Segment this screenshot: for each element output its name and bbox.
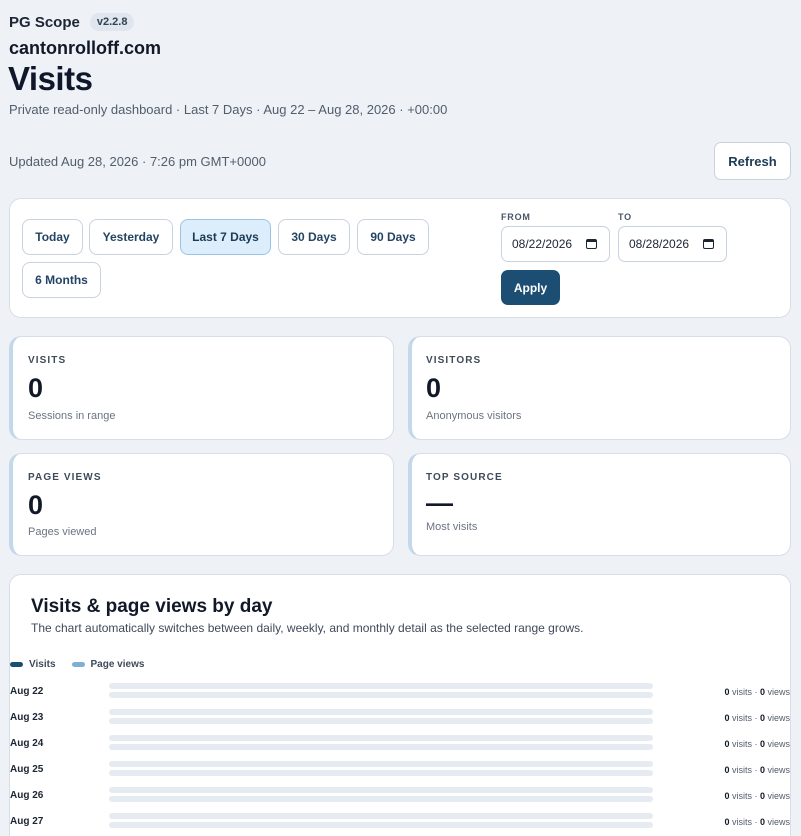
legend-item-visits: Visits	[10, 659, 56, 670]
from-date-value: 08/22/2026	[512, 237, 573, 251]
to-date-value: 08/28/2026	[629, 237, 690, 251]
stat-description: Anonymous visitors	[426, 410, 522, 422]
stat-description: Pages viewed	[28, 526, 97, 538]
range-today-button[interactable]: Today	[22, 219, 83, 255]
range-last-7-days-button[interactable]: Last 7 Days	[180, 219, 271, 255]
chart-row-value: 0 visits · 0 views	[724, 817, 790, 827]
site-domain: cantonrolloff.com	[9, 38, 161, 58]
chart-row-value: 0 visits · 0 views	[724, 791, 790, 801]
visits-bar-track	[109, 761, 653, 767]
visits-bar-track	[109, 709, 653, 715]
page-views-bar-track	[109, 744, 653, 750]
stat-card-visits: VISITS 0 Sessions in range	[9, 336, 394, 440]
chart-row-label: Aug 26	[10, 790, 44, 801]
range-6-months-button[interactable]: 6 Months	[22, 262, 101, 298]
range-30-days-button[interactable]: 30 Days	[278, 219, 350, 255]
brand-name: PG Scope	[9, 13, 80, 31]
to-date-input[interactable]: 08/28/2026	[618, 226, 727, 262]
chart-row-value: 0 visits · 0 views	[724, 765, 790, 775]
stat-value: 0	[28, 490, 44, 520]
page-subtitle: Private read-only dashboard · Last 7 Day…	[9, 102, 448, 117]
legend-swatch-page-views	[71, 662, 85, 667]
legend-swatch-visits	[10, 662, 23, 667]
page-views-bar-track	[109, 692, 653, 698]
visits-bar-track	[109, 813, 653, 819]
legend-label: Page views	[90, 659, 145, 670]
legend-item-page-views: Page views	[71, 659, 145, 670]
chart-row-value: 0 visits · 0 views	[724, 687, 790, 697]
updated-timestamp: Updated Aug 28, 2026 · 7:26 pm GMT+0000	[9, 154, 266, 169]
chart-subtitle: The chart automatically switches between…	[31, 621, 584, 635]
from-date-input[interactable]: 08/22/2026	[501, 226, 610, 262]
chart-row-label: Aug 24	[10, 738, 44, 749]
page-title: Visits	[8, 60, 93, 97]
apply-button[interactable]: Apply	[501, 270, 560, 305]
page-views-bar-track	[109, 770, 653, 776]
calendar-icon[interactable]	[586, 239, 597, 249]
version-badge: v2.2.8	[89, 13, 135, 31]
page-views-bar-track	[109, 796, 653, 802]
visits-bar-track	[109, 683, 653, 689]
stat-label: VISITS	[28, 355, 67, 366]
stat-value: 0	[426, 373, 442, 403]
visits-bar-track	[109, 735, 653, 741]
stat-card-top-source: TOP SOURCE — Most visits	[408, 453, 791, 556]
to-label: TO	[618, 212, 632, 222]
stat-label: PAGE VIEWS	[28, 472, 102, 483]
legend-label: Visits	[29, 659, 56, 670]
brand-row: PG Scope v2.2.8	[9, 13, 135, 31]
chart-row-value: 0 visits · 0 views	[724, 739, 790, 749]
stat-value: —	[426, 488, 453, 518]
stat-card-page-views: PAGE VIEWS 0 Pages viewed	[9, 453, 394, 556]
stat-card-visitors: VISITORS 0 Anonymous visitors	[408, 336, 791, 440]
from-label: FROM	[501, 212, 531, 222]
stat-description: Most visits	[426, 521, 478, 533]
stat-label: TOP SOURCE	[426, 472, 503, 483]
chart-row-value: 0 visits · 0 views	[724, 713, 790, 723]
range-yesterday-button[interactable]: Yesterday	[89, 219, 173, 255]
calendar-icon[interactable]	[703, 239, 714, 249]
range-90-days-button[interactable]: 90 Days	[357, 219, 429, 255]
stat-description: Sessions in range	[28, 410, 116, 422]
chart-row-label: Aug 22	[10, 686, 44, 697]
chart-row-label: Aug 23	[10, 712, 44, 723]
stat-value: 0	[28, 373, 44, 403]
refresh-button[interactable]: Refresh	[714, 142, 791, 180]
chart-row-label: Aug 27	[10, 816, 44, 827]
chart-title: Visits & page views by day	[31, 596, 273, 617]
page-views-bar-track	[109, 822, 653, 828]
stat-label: VISITORS	[426, 355, 482, 366]
page-views-bar-track	[109, 718, 653, 724]
chart-legend: Visits Page views	[10, 659, 152, 670]
visits-bar-track	[109, 787, 653, 793]
chart-row-label: Aug 25	[10, 764, 44, 775]
